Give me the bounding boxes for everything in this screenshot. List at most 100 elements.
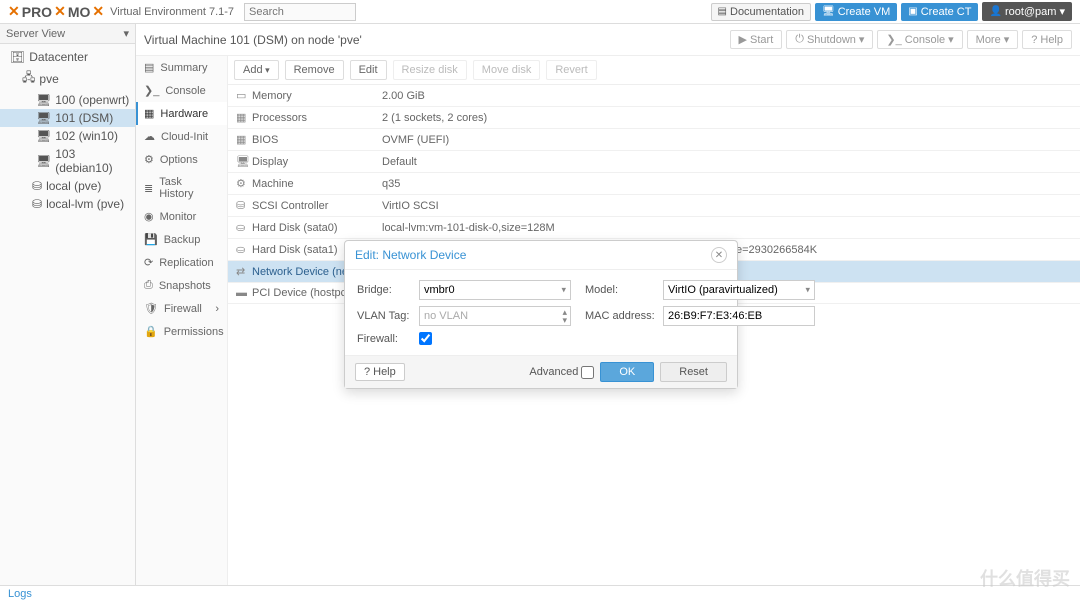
- tree-storage-local-lvm[interactable]: ⛁ local-lvm (pve): [0, 195, 135, 213]
- revert-button: Revert: [546, 60, 596, 80]
- add-button[interactable]: Add: [234, 60, 279, 80]
- create-ct-button[interactable]: ▣ Create CT: [901, 3, 978, 21]
- chevron-down-icon: ▾: [948, 33, 954, 46]
- cloud-icon: ☁: [144, 130, 155, 143]
- chevron-down-icon: ▾: [859, 33, 865, 46]
- advanced-toggle[interactable]: Advanced: [529, 366, 594, 379]
- book-icon: ▤: [718, 6, 727, 17]
- monitor-icon: 🖥: [36, 111, 51, 125]
- hw-row-display[interactable]: 🖥DisplayDefault: [228, 151, 1080, 173]
- disk-icon: ⛀: [236, 221, 252, 234]
- tree-node-pve[interactable]: 🖧 pve: [0, 66, 135, 91]
- content-header: Virtual Machine 101 (DSM) on node 'pve' …: [136, 24, 1080, 56]
- building-icon: 🖧: [22, 68, 35, 89]
- play-icon: ▶: [739, 33, 747, 46]
- edit-network-device-dialog: Edit: Network Device ✕ Bridge: Model: VL…: [344, 240, 738, 389]
- tree-vm-102[interactable]: 🖥 102 (win10): [0, 127, 135, 145]
- view-selector[interactable]: Server View ▾: [0, 24, 135, 44]
- tree-vm-101[interactable]: 🖥 101 (DSM): [0, 109, 135, 127]
- search-input[interactable]: [244, 3, 356, 21]
- eye-icon: ◉: [144, 210, 154, 223]
- subnav-replication[interactable]: ⟳Replication: [136, 251, 227, 274]
- firewall-checkbox[interactable]: [419, 332, 432, 345]
- shutdown-button[interactable]: ⏻Shutdown▾: [786, 30, 873, 49]
- chevron-down-icon: ▾: [1004, 33, 1010, 46]
- watermark: 什么值得买: [980, 565, 1070, 591]
- mac-input[interactable]: [663, 306, 815, 326]
- bridge-select[interactable]: [419, 280, 571, 300]
- hw-row-bios[interactable]: ▦BIOSOVMF (UEFI): [228, 129, 1080, 151]
- ok-button[interactable]: OK: [600, 362, 654, 382]
- dialog-help-button[interactable]: ?Help: [355, 363, 405, 381]
- subnav-taskhistory[interactable]: ≣Task History: [136, 171, 227, 205]
- subnav-snapshots[interactable]: ⎙Snapshots: [136, 274, 227, 297]
- start-button[interactable]: ▶Start: [730, 30, 783, 49]
- hw-row-machine[interactable]: ⚙Machineq35: [228, 173, 1080, 195]
- remove-button[interactable]: Remove: [285, 60, 344, 80]
- vlan-label: VLAN Tag:: [357, 310, 413, 322]
- logs-panel-header[interactable]: Logs: [0, 585, 1080, 601]
- gear-icon: ⚙: [144, 153, 154, 166]
- model-select[interactable]: [663, 280, 815, 300]
- tree-datacenter[interactable]: 🗄 Datacenter: [0, 48, 135, 66]
- edit-button[interactable]: Edit: [350, 60, 387, 80]
- tree-vm-103[interactable]: 🖥 103 (debian10): [0, 145, 135, 177]
- more-button[interactable]: More▾: [967, 30, 1019, 49]
- subnav-backup[interactable]: 💾Backup: [136, 228, 227, 251]
- help-button[interactable]: ?Help: [1022, 30, 1072, 49]
- documentation-button[interactable]: ▤ Documentation: [711, 3, 811, 21]
- gear-icon: ⚙: [236, 177, 252, 190]
- create-vm-button[interactable]: 🖥 Create VM: [815, 3, 897, 21]
- advanced-checkbox[interactable]: [581, 366, 594, 379]
- subnav-console[interactable]: ❯_Console: [136, 79, 227, 102]
- close-button[interactable]: ✕: [711, 247, 727, 263]
- tree-storage-local[interactable]: ⛁ local (pve): [0, 177, 135, 195]
- network-icon: ⇄: [236, 265, 252, 278]
- hw-row-sata0[interactable]: ⛀Hard Disk (sata0)local-lvm:vm-101-disk-…: [228, 217, 1080, 239]
- mac-label: MAC address:: [585, 310, 657, 322]
- subnav-monitor[interactable]: ◉Monitor: [136, 205, 227, 228]
- bridge-label: Bridge:: [357, 284, 413, 296]
- hardware-toolbar: Add Remove Edit Resize disk Move disk Re…: [228, 56, 1080, 85]
- version-text: Virtual Environment 7.1-7: [110, 6, 234, 18]
- disk-icon: ⛁: [236, 199, 252, 212]
- disk-icon: ⛁: [32, 179, 42, 193]
- monitor-icon: 🖥: [36, 93, 51, 107]
- logo-x-icon: ✕: [8, 3, 20, 20]
- pci-icon: ▬: [236, 287, 252, 299]
- camera-icon: ⎙: [144, 279, 153, 292]
- move-disk-button: Move disk: [473, 60, 541, 80]
- resource-tree-panel: Server View ▾ 🗄 Datacenter 🖧 pve 🖥 100 (…: [0, 24, 136, 585]
- logo-text-mo: MO: [68, 4, 91, 20]
- subnav-firewall[interactable]: 🛡Firewall›: [136, 297, 227, 320]
- chevron-down-icon: ▾: [123, 27, 129, 40]
- hw-row-scsi[interactable]: ⛁SCSI ControllerVirtIO SCSI: [228, 195, 1080, 217]
- hw-row-processors[interactable]: ▦Processors2 (1 sockets, 2 cores): [228, 107, 1080, 129]
- resize-disk-button: Resize disk: [393, 60, 467, 80]
- disk-icon: ⛀: [236, 243, 252, 256]
- history-icon: ≣: [144, 182, 153, 195]
- tree-vm-100[interactable]: 🖥 100 (openwrt): [0, 91, 135, 109]
- monitor-icon: 🖥: [822, 6, 835, 17]
- monitor-icon: 🖥: [36, 129, 51, 143]
- hw-row-memory[interactable]: ▭Memory2.00 GiB: [228, 85, 1080, 107]
- cube-icon: ▣: [908, 6, 917, 17]
- subnav-summary[interactable]: ▤Summary: [136, 56, 227, 79]
- logo-x-icon: ✕: [92, 3, 104, 20]
- stepper-icon[interactable]: ▴▾: [562, 308, 567, 324]
- logo-text-pro: PRO: [22, 4, 52, 20]
- subnav-cloudinit[interactable]: ☁Cloud-Init: [136, 125, 227, 148]
- subnav-options[interactable]: ⚙Options: [136, 148, 227, 171]
- lock-icon: 🔒: [144, 325, 158, 338]
- terminal-icon: ❯_: [886, 33, 901, 46]
- user-menu-button[interactable]: 👤 root@pam ▾: [982, 2, 1072, 21]
- shield-icon: 🛡: [144, 302, 158, 315]
- console-button[interactable]: ❯_Console▾: [877, 30, 962, 49]
- vlan-input[interactable]: [419, 306, 571, 326]
- subnav-permissions[interactable]: 🔒Permissions: [136, 320, 227, 343]
- memory-icon: ▭: [236, 89, 252, 102]
- close-icon: ✕: [715, 250, 723, 261]
- subnav-hardware[interactable]: ▦Hardware: [136, 102, 227, 125]
- monitor-icon: 🖥: [36, 154, 51, 168]
- reset-button[interactable]: Reset: [660, 362, 727, 382]
